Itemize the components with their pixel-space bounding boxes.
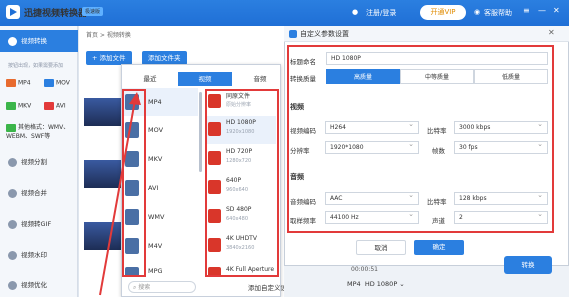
quality-medium[interactable]: 中等质量 (400, 69, 474, 84)
audio-codec-label: 音频编码 (290, 198, 316, 206)
highlight-box (205, 89, 279, 277)
user-icon[interactable]: ● (352, 8, 358, 16)
format-label: AVI (148, 184, 159, 192)
search-placeholder: 搜索 (138, 284, 151, 291)
sample-rate-label: 取样频率 (290, 217, 316, 225)
menu-icon[interactable]: ≡ (523, 6, 530, 15)
video-section-title: 视频 (290, 103, 304, 111)
confirm-button[interactable]: 确定 (414, 240, 464, 255)
format-avi[interactable]: AVI (44, 102, 66, 110)
sample-rate-select[interactable]: 44100 Hz (325, 209, 419, 224)
login-link[interactable]: 注册/登录 (366, 8, 396, 18)
breadcrumb-home[interactable]: 首页 (86, 32, 98, 39)
audio-section-title: 音频 (290, 173, 304, 181)
format-mov[interactable]: MOV (44, 79, 70, 87)
video-codec-select[interactable]: H264 (325, 119, 419, 134)
avi-icon (44, 102, 54, 110)
breadcrumb: 首页 > 视频转换 (86, 32, 131, 39)
sidebar-item-watermark[interactable]: 视频水印 (0, 244, 78, 266)
arrow-annotation (99, 92, 141, 296)
mp4-icon (6, 79, 16, 87)
format-label: MKV (148, 155, 163, 163)
merge-icon (8, 188, 17, 198)
video-bitrate-label: 比特率 (427, 127, 447, 135)
dialog-title: 自定义参数设置 (300, 30, 349, 38)
audio-bitrate-select[interactable]: 128 kbps (454, 190, 548, 205)
split-icon (8, 157, 17, 167)
app-title: 迅捷视频转换器 (24, 9, 88, 19)
format-mkv[interactable]: MKV (6, 102, 31, 110)
minimize-icon[interactable]: — (538, 6, 546, 15)
format-mp4[interactable]: MP4 (6, 79, 31, 87)
optimize-icon (8, 280, 17, 290)
sidebar-item-label: 视频分割 (21, 158, 47, 166)
edition-badge: 极速版 (82, 7, 104, 16)
format-label: MKV (18, 102, 32, 110)
add-folder-button[interactable]: 添加文件夹 (142, 51, 187, 65)
breadcrumb-current: 视频转换 (106, 32, 131, 39)
dialog-close-icon[interactable]: ✕ (548, 28, 555, 37)
format-label: WMV (148, 213, 165, 221)
quality-high[interactable]: 高质量 (326, 69, 400, 84)
sidebar-item-label: 视频转GIF (21, 220, 52, 228)
sidebar-item-merge[interactable]: 视频合并 (0, 182, 78, 204)
format-label: MP4 (18, 79, 31, 87)
resolution-label: 分辨率 (290, 147, 310, 155)
video-bitrate-select[interactable]: 3000 kbps (454, 119, 548, 134)
sidebar-item-convert[interactable]: 视频转换 (0, 30, 78, 52)
audio-bitrate-label: 比特率 (427, 198, 447, 206)
mkv-icon (6, 102, 16, 110)
watermark-icon (8, 250, 17, 260)
tab-video[interactable]: 视频 (178, 72, 232, 86)
output-format[interactable]: MP4 HD 1080P ⌄ (347, 280, 405, 288)
quality-label: 转换质量 (290, 75, 316, 83)
list-scrollbar[interactable] (199, 92, 202, 172)
sidebar-hint: 按钮出现，如果需要添加 (8, 63, 64, 69)
sidebar-item-label: 视频转换 (21, 37, 47, 45)
fps-label: 帧数 (432, 147, 445, 155)
format-label: MOV (56, 79, 70, 87)
sidebar-item-gif[interactable]: 视频转GIF (0, 213, 78, 235)
duration-text: 00:00:51 (351, 266, 378, 273)
channel-select[interactable]: 2 (454, 209, 548, 224)
output-res-label: HD 1080P (364, 280, 398, 288)
video-codec-label: 视频编码 (290, 127, 316, 135)
sidebar-item-label: 视频水印 (21, 251, 47, 259)
tab-recent[interactable]: 最近 (130, 72, 170, 86)
tab-audio[interactable]: 音频 (240, 72, 280, 86)
audio-codec-select[interactable]: AAC (325, 190, 419, 205)
sidebar-item-label: 视频优化 (21, 281, 47, 289)
help-link[interactable]: 客服帮助 (484, 8, 512, 18)
resolution-select[interactable]: 1920*1080 (325, 139, 419, 154)
name-label: 标题命名 (290, 58, 316, 66)
vip-button[interactable]: 开通VIP (420, 5, 466, 20)
other-format-icon (6, 123, 16, 132)
format-label: AVI (56, 102, 66, 110)
add-file-button[interactable]: + 添加文件 (86, 51, 132, 65)
sidebar-item-label: 视频合并 (21, 189, 47, 197)
quality-low[interactable]: 低质量 (474, 69, 548, 84)
app-logo-icon (6, 5, 20, 19)
mov-icon (44, 79, 54, 87)
format-label: MPG (148, 267, 163, 275)
format-other[interactable]: 其他格式：WMV、WEBM、SWF等 (6, 123, 76, 141)
format-label: M4V (148, 242, 163, 250)
help-icon[interactable]: ◉ (474, 8, 480, 16)
fps-select[interactable]: 30 fps (454, 139, 548, 154)
close-icon[interactable]: ✕ (553, 6, 560, 15)
convert-button[interactable]: 转换 (504, 256, 552, 274)
gif-icon (8, 219, 17, 229)
name-input[interactable]: HD 1080P (326, 52, 548, 65)
convert-icon (8, 36, 17, 46)
cancel-button[interactable]: 取消 (356, 240, 406, 255)
format-search-input[interactable]: ⌕ 搜索 (128, 281, 196, 293)
sidebar-item-split[interactable]: 视频分割 (0, 151, 78, 173)
sidebar-item-optimize[interactable]: 视频优化 (0, 274, 78, 296)
format-label: MOV (148, 126, 164, 134)
channel-label: 声道 (432, 217, 445, 225)
settings-icon (289, 30, 297, 38)
format-label: MP4 (148, 98, 162, 106)
output-format-label: MP4 (347, 280, 361, 288)
